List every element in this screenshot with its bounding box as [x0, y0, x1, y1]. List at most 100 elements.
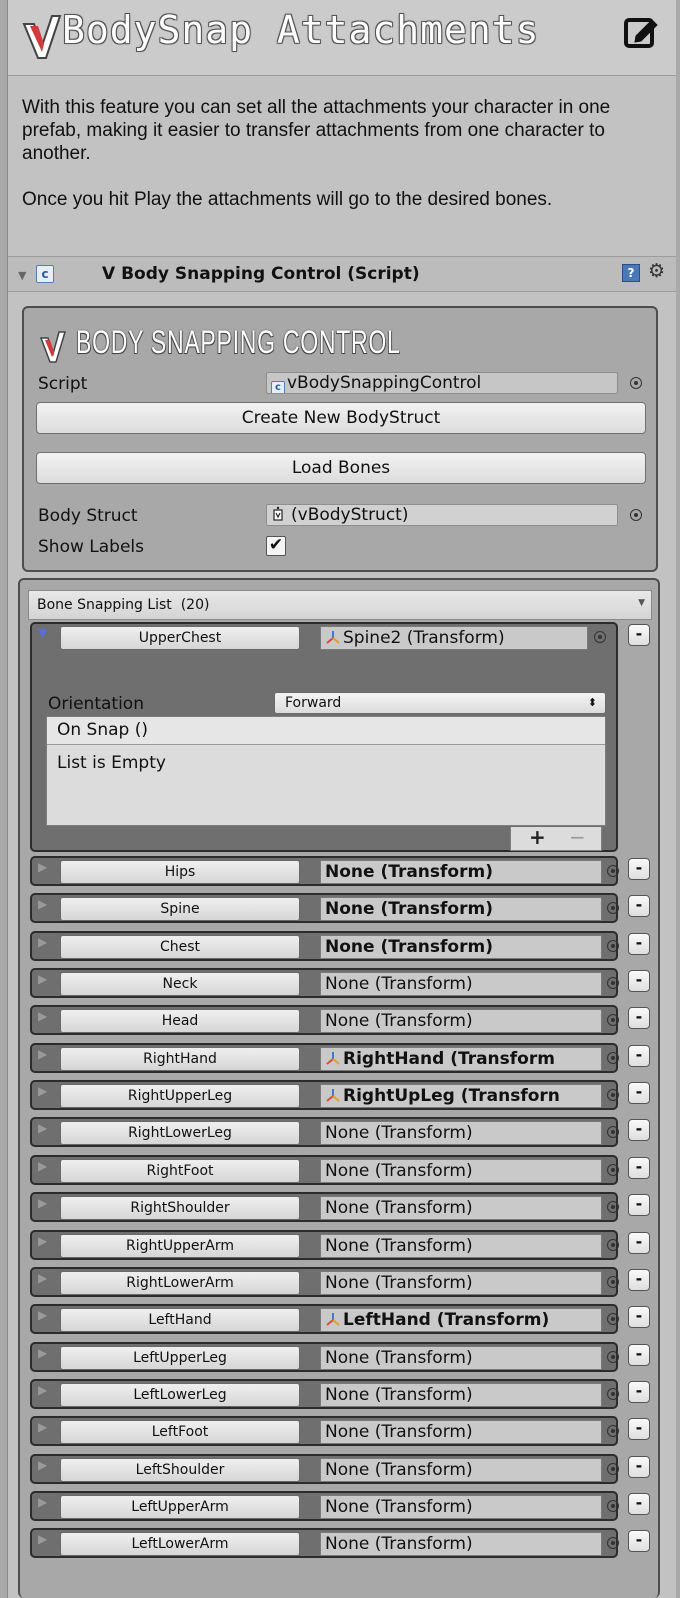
object-picker-icon[interactable]: [607, 1239, 619, 1251]
bone-target-field[interactable]: None (Transform): [320, 1159, 602, 1183]
bone-name-button[interactable]: Neck: [60, 972, 300, 996]
bone-list-header[interactable]: Bone Snapping List (20) ▼: [28, 590, 652, 620]
foldout-arrow-icon[interactable]: ▼: [18, 269, 26, 282]
foldout-closed-icon[interactable]: ▶: [38, 897, 47, 911]
remove-bone-button[interactable]: -: [628, 858, 650, 880]
bone-target-field[interactable]: None (Transform): [320, 897, 602, 921]
remove-bone-button[interactable]: -: [628, 1418, 650, 1440]
object-picker-icon[interactable]: [607, 865, 619, 877]
bone-name-button[interactable]: RightFoot: [60, 1159, 300, 1183]
object-picker-icon[interactable]: [607, 1537, 619, 1549]
orientation-dropdown[interactable]: Forward ⬍: [274, 692, 606, 714]
bone-name-button[interactable]: Head: [60, 1009, 300, 1033]
foldout-closed-icon[interactable]: ▶: [38, 1383, 47, 1397]
object-picker-icon[interactable]: [630, 509, 642, 521]
bone-name-button[interactable]: RightLowerArm: [60, 1271, 300, 1295]
bone-target-field[interactable]: Spine2 (Transform): [320, 626, 588, 650]
remove-bone-button[interactable]: -: [628, 624, 650, 646]
script-field[interactable]: c vBodySnappingControl: [266, 372, 618, 394]
foldout-open-icon[interactable]: ▼: [38, 626, 47, 640]
bone-target-field[interactable]: None (Transform): [320, 1495, 602, 1519]
bone-target-field[interactable]: None (Transform): [320, 860, 602, 884]
bone-target-field[interactable]: None (Transform): [320, 1458, 602, 1482]
remove-bone-button[interactable]: -: [628, 1456, 650, 1478]
foldout-closed-icon[interactable]: ▶: [38, 1196, 47, 1210]
foldout-closed-icon[interactable]: ▶: [38, 1420, 47, 1434]
foldout-closed-icon[interactable]: ▶: [38, 1308, 47, 1322]
foldout-closed-icon[interactable]: ▶: [38, 1009, 47, 1023]
remove-bone-button[interactable]: -: [628, 1493, 650, 1515]
bone-name-button[interactable]: Spine: [60, 897, 300, 921]
foldout-closed-icon[interactable]: ▶: [38, 1346, 47, 1360]
bone-target-field[interactable]: None (Transform): [320, 1346, 602, 1370]
bone-name-button[interactable]: RightShoulder: [60, 1196, 300, 1220]
object-picker-icon[interactable]: [607, 1052, 619, 1064]
remove-bone-button[interactable]: -: [628, 1381, 650, 1403]
remove-bone-button[interactable]: -: [628, 1045, 650, 1067]
remove-bone-button[interactable]: -: [628, 1344, 650, 1366]
foldout-closed-icon[interactable]: ▶: [38, 1234, 47, 1248]
remove-bone-button[interactable]: -: [628, 1194, 650, 1216]
foldout-closed-icon[interactable]: ▶: [38, 1159, 47, 1173]
object-picker-icon[interactable]: [607, 1201, 619, 1213]
foldout-closed-icon[interactable]: ▶: [38, 860, 47, 874]
foldout-closed-icon[interactable]: ▶: [38, 1458, 47, 1472]
bone-name-button[interactable]: LeftUpperLeg: [60, 1346, 300, 1370]
remove-bone-button[interactable]: -: [628, 1269, 650, 1291]
remove-bone-button[interactable]: -: [628, 895, 650, 917]
foldout-closed-icon[interactable]: ▶: [38, 935, 47, 949]
object-picker-icon[interactable]: [607, 1276, 619, 1288]
foldout-closed-icon[interactable]: ▶: [38, 1084, 47, 1098]
foldout-closed-icon[interactable]: ▶: [38, 1271, 47, 1285]
bone-name-button[interactable]: LeftLowerArm: [60, 1532, 300, 1556]
remove-bone-button[interactable]: -: [628, 1157, 650, 1179]
bone-target-field[interactable]: None (Transform): [320, 1121, 602, 1145]
bone-name-button[interactable]: LeftHand: [60, 1308, 300, 1332]
object-picker-icon[interactable]: [594, 631, 606, 643]
bone-target-field[interactable]: None (Transform): [320, 1271, 602, 1295]
remove-bone-button[interactable]: -: [628, 1082, 650, 1104]
bone-name-button[interactable]: LeftFoot: [60, 1420, 300, 1444]
object-picker-icon[interactable]: [607, 1126, 619, 1138]
remove-bone-button[interactable]: -: [628, 1306, 650, 1328]
bone-target-field[interactable]: RightHand (Transform: [320, 1047, 602, 1071]
bone-name-button[interactable]: UpperChest: [60, 626, 300, 650]
bone-target-field[interactable]: None (Transform): [320, 972, 602, 996]
bone-target-field[interactable]: None (Transform): [320, 1383, 602, 1407]
remove-bone-button[interactable]: -: [628, 1232, 650, 1254]
object-picker-icon[interactable]: [607, 1351, 619, 1363]
foldout-closed-icon[interactable]: ▶: [38, 1121, 47, 1135]
bone-target-field[interactable]: None (Transform): [320, 1196, 602, 1220]
remove-bone-button[interactable]: -: [628, 1007, 650, 1029]
foldout-closed-icon[interactable]: ▶: [38, 1495, 47, 1509]
object-picker-icon[interactable]: [630, 377, 642, 389]
component-header[interactable]: ▼ c V Body Snapping Control (Script) ? ⚙: [8, 256, 676, 292]
add-listener-button[interactable]: +: [529, 825, 546, 849]
object-picker-icon[interactable]: [607, 1463, 619, 1475]
body-struct-field[interactable]: (vBodyStruct): [266, 504, 618, 526]
show-labels-checkbox[interactable]: ✔: [266, 536, 286, 556]
object-picker-icon[interactable]: [607, 1500, 619, 1512]
foldout-closed-icon[interactable]: ▶: [38, 972, 47, 986]
object-picker-icon[interactable]: [607, 940, 619, 952]
bone-name-button[interactable]: LeftLowerLeg: [60, 1383, 300, 1407]
remove-bone-button[interactable]: -: [628, 970, 650, 992]
bone-target-field[interactable]: RightUpLeg (Transforn: [320, 1084, 602, 1108]
bone-target-field[interactable]: None (Transform): [320, 1234, 602, 1258]
object-picker-icon[interactable]: [607, 902, 619, 914]
bone-name-button[interactable]: RightHand: [60, 1047, 300, 1071]
bone-name-button[interactable]: Chest: [60, 935, 300, 959]
bone-target-field[interactable]: LeftHand (Transform): [320, 1308, 602, 1332]
object-picker-icon[interactable]: [607, 1425, 619, 1437]
foldout-closed-icon[interactable]: ▶: [38, 1047, 47, 1061]
object-picker-icon[interactable]: [607, 977, 619, 989]
remove-bone-button[interactable]: -: [628, 933, 650, 955]
remove-bone-button[interactable]: -: [628, 1530, 650, 1552]
bone-target-field[interactable]: None (Transform): [320, 1009, 602, 1033]
foldout-closed-icon[interactable]: ▶: [38, 1532, 47, 1546]
bone-name-button[interactable]: LeftShoulder: [60, 1458, 300, 1482]
dropdown-arrow-icon[interactable]: ▼: [638, 598, 645, 608]
remove-listener-button[interactable]: −: [569, 825, 586, 849]
remove-bone-button[interactable]: -: [628, 1119, 650, 1141]
bone-name-button[interactable]: LeftUpperArm: [60, 1495, 300, 1519]
